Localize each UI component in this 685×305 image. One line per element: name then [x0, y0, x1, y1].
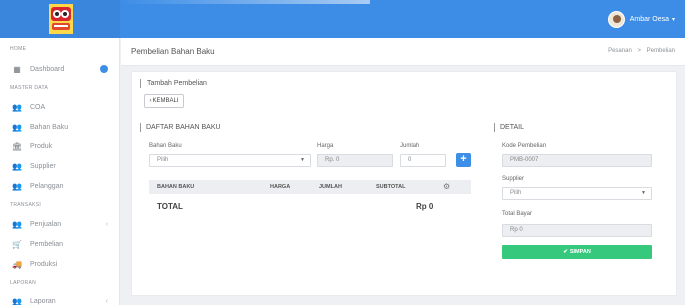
user-name: Ambar Oesa [629, 16, 669, 23]
sidebar-item-label: Laporan [30, 297, 56, 305]
app-logo[interactable] [49, 4, 73, 34]
users-icon: 👥 [12, 296, 22, 305]
jumlah-label: Jumlah [400, 143, 420, 149]
avatar [607, 11, 625, 28]
dashboard-icon: ▦ [13, 64, 21, 74]
kode-pembelian-label: Kode Pembelian [502, 143, 547, 149]
sidebar: HOME ▦ Dashboard MASTER DATA 👥 COA 👥 Bah… [0, 38, 120, 305]
sidebar-item-pembelian[interactable]: 🛒 Pembelian [10, 237, 114, 251]
user-menu[interactable]: Ambar Oesa ▾ [607, 11, 675, 28]
sidebar-item-label: Produk [30, 142, 53, 150]
save-button-label: SIMPAN [569, 249, 591, 255]
harga-placeholder: Rp. 0 [325, 157, 340, 163]
sidebar-item-label: COA [30, 103, 46, 111]
bank-icon: 🏛 [11, 141, 23, 151]
status-badge [100, 65, 108, 73]
supplier-select[interactable]: Pilih ▼ [502, 187, 652, 200]
jumlah-input[interactable]: 0 [400, 154, 446, 167]
supplier-value: Pilih [510, 190, 522, 196]
sidebar-item-produksi[interactable]: 🚚 Produksi [10, 257, 114, 271]
column-header-harga: HARGA [270, 184, 291, 190]
sidebar-item-label: Dashboard [30, 65, 65, 73]
sidebar-item-label: Bahan Baku [30, 123, 69, 131]
page-title: Pembelian Bahan Baku [131, 47, 215, 56]
purchase-card: Tambah Pembelian ‹ KEMBALI DAFTAR BAHAN … [131, 71, 677, 296]
sidebar-item-laporan[interactable]: 👥 Laporan ‹ [10, 294, 114, 305]
bahan-baku-value: Pilih [157, 157, 169, 163]
users-icon: 👥 [12, 102, 22, 112]
total-label: TOTAL [157, 202, 183, 211]
breadcrumb-current: Pembelian [646, 48, 675, 54]
chevron-left-icon: ‹ [149, 98, 152, 104]
cart-icon: 🛒 [12, 239, 22, 249]
card-title: Tambah Pembelian [140, 79, 207, 88]
add-item-button[interactable]: + [456, 153, 471, 167]
main-content: Pembelian Bahan Baku Pesanan > Pembelian… [121, 38, 685, 305]
column-header-jumlah: JUMLAH [319, 184, 342, 190]
total-value: Rp 0 [416, 202, 434, 211]
breadcrumb-parent[interactable]: Pesanan [608, 48, 632, 54]
chevron-left-icon: ‹ [105, 220, 108, 228]
sidebar-section-home: HOME [10, 46, 27, 52]
daftar-section-title: DAFTAR BAHAN BAKU [140, 123, 221, 132]
top-bar: Ambar Oesa ▾ [0, 0, 685, 38]
sidebar-item-bahan-baku[interactable]: 👥 Bahan Baku [10, 120, 114, 134]
chevron-down-icon: ▼ [641, 190, 646, 196]
sidebar-item-supplier[interactable]: 👥 Supplier [10, 159, 114, 173]
harga-label: Harga [317, 143, 334, 149]
chevron-down-icon: ▼ [300, 157, 305, 163]
total-bayar-field: Rp 0 [502, 224, 652, 237]
sidebar-item-coa[interactable]: 👥 COA [10, 100, 114, 114]
harga-input[interactable]: Rp. 0 [317, 154, 393, 167]
users-icon: 👥 [12, 122, 22, 132]
sidebar-item-penjualan[interactable]: 👥 Penjualan ‹ [10, 217, 114, 231]
bahan-baku-label: Bahan Baku [149, 143, 182, 149]
users-icon: 👥 [12, 181, 22, 191]
sidebar-item-label: Pembelian [30, 240, 64, 248]
breadcrumb: Pesanan > Pembelian [608, 48, 675, 54]
sidebar-section-master-data: MASTER DATA [10, 85, 49, 91]
back-button[interactable]: ‹ KEMBALI [144, 94, 184, 108]
sidebar-item-label: Produksi [30, 260, 58, 268]
check-icon: ✔ [563, 249, 568, 255]
back-button-label: KEMBALI [152, 98, 179, 104]
column-header-subtotal: SUBTOTAL [376, 184, 406, 190]
users-icon: 👥 [12, 219, 22, 229]
bahan-baku-select[interactable]: Pilih ▼ [149, 154, 311, 167]
sidebar-item-dashboard[interactable]: ▦ Dashboard [10, 62, 114, 76]
top-bar-highlight [120, 0, 370, 4]
supplier-label: Supplier [502, 176, 525, 182]
kode-pembelian-field: PMB-0007 [502, 154, 652, 167]
detail-section-title: DETAIL [494, 123, 524, 132]
sidebar-item-pelanggan[interactable]: 👥 Pelanggan [10, 179, 114, 193]
total-bayar-value: Rp 0 [510, 227, 523, 233]
sidebar-item-label: Penjualan [30, 220, 62, 228]
items-table-header: BAHAN BAKU HARGA JUMLAH SUBTOTAL ⚙ [149, 180, 471, 194]
column-header-bahan-baku: BAHAN BAKU [157, 184, 195, 190]
jumlah-placeholder: 0 [408, 157, 412, 163]
sidebar-item-label: Pelanggan [30, 182, 64, 190]
users-icon: 👥 [12, 161, 22, 171]
truck-icon: 🚚 [12, 259, 22, 269]
sidebar-item-label: Supplier [30, 162, 56, 170]
kode-pembelian-value: PMB-0007 [510, 157, 539, 163]
total-bayar-label: Total Bayar [502, 211, 533, 217]
breadcrumb-separator: > [637, 48, 641, 54]
chevron-down-icon: ▾ [671, 17, 675, 23]
sidebar-section-laporan: LAPORAN [10, 280, 36, 286]
page-header: Pembelian Bahan Baku Pesanan > Pembelian [121, 38, 685, 66]
sidebar-section-transaksi: TRANSAKSI [10, 202, 42, 208]
save-button[interactable]: ✔ SIMPAN [502, 245, 652, 259]
sidebar-item-produk[interactable]: 🏛 Produk [10, 139, 114, 153]
chevron-left-icon: ‹ [105, 297, 108, 305]
gear-icon: ⚙ [443, 182, 451, 191]
